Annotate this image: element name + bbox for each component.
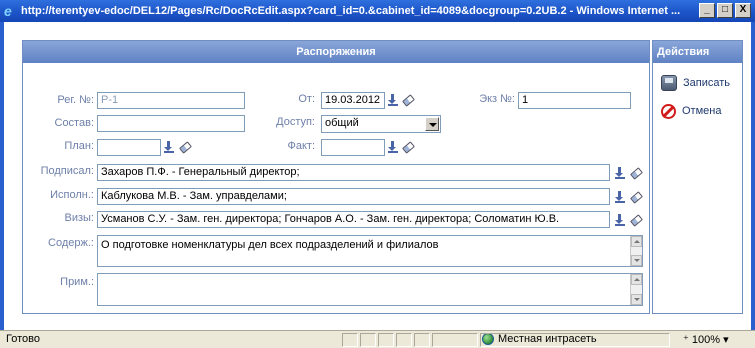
- fact-label: Факт:: [287, 140, 315, 152]
- access-select-value: общий: [325, 117, 359, 129]
- window-controls: _ □ X: [699, 3, 751, 18]
- date-input[interactable]: 19.03.2012: [321, 92, 385, 109]
- status-cell: [396, 333, 412, 347]
- window-title: http://terentyev-edoc/DEL12/Pages/Rc/Doc…: [21, 5, 681, 17]
- cancel-action[interactable]: Отмена: [653, 98, 742, 124]
- cancel-label: Отмена: [682, 105, 722, 117]
- note-textarea[interactable]: [97, 273, 643, 306]
- minimize-button[interactable]: _: [699, 3, 715, 18]
- zoom-level: 100%: [691, 334, 721, 346]
- zoom-control[interactable]: ⁺ 100% ▾: [683, 333, 729, 346]
- note-scrollbar[interactable]: [630, 274, 642, 305]
- date-picker-icon[interactable]: [388, 94, 399, 106]
- cancel-icon: [661, 103, 676, 119]
- signed-picker-icon[interactable]: [615, 167, 626, 179]
- sostav-label: Состав:: [54, 117, 95, 129]
- content-label: Содерж.:: [48, 237, 94, 249]
- close-button[interactable]: X: [735, 3, 751, 18]
- date-label: От:: [298, 93, 315, 105]
- plan-input[interactable]: [97, 139, 161, 156]
- actions-panel: Действия Записать Отмена: [652, 40, 743, 314]
- content-text: О подготовке номенклатуры дел всех подра…: [101, 239, 439, 251]
- access-select[interactable]: общий: [321, 115, 441, 133]
- chevron-down-icon[interactable]: [425, 117, 439, 131]
- access-label: Доступ:: [276, 116, 315, 128]
- save-action[interactable]: Записать: [653, 70, 742, 96]
- maximize-button[interactable]: □: [717, 3, 733, 18]
- note-label: Прим.:: [60, 276, 94, 288]
- plan-picker-icon[interactable]: [164, 141, 175, 153]
- executor-label: Исполн.:: [50, 189, 94, 201]
- visa-input[interactable]: Усманов С.У. - Зам. ген. директора; Гонч…: [97, 211, 610, 228]
- ie-icon: e: [4, 3, 12, 19]
- signed-label: Подписал:: [40, 165, 94, 177]
- content-scrollbar[interactable]: [630, 236, 642, 266]
- panel-title: Распоряжения: [23, 41, 649, 63]
- status-bar: Готово Местная интрасеть ⁺ 100% ▾: [0, 330, 755, 348]
- save-label: Записать: [683, 77, 731, 89]
- signed-input[interactable]: Захаров П.Ф. - Генеральный директор;: [97, 164, 610, 181]
- reg-number-label: Рег. №:: [57, 94, 94, 106]
- content-textarea[interactable]: О подготовке номенклатуры дел всех подра…: [97, 235, 643, 267]
- fact-input[interactable]: [321, 139, 385, 156]
- plan-label: План:: [64, 140, 94, 152]
- status-cell: [378, 333, 394, 347]
- zone-cell: [480, 333, 670, 347]
- save-icon: [661, 75, 677, 91]
- copy-number-input[interactable]: 1: [518, 92, 631, 109]
- copy-number-label: Экз №:: [479, 93, 515, 105]
- window-titlebar: e http://terentyev-edoc/DEL12/Pages/Rc/D…: [0, 0, 755, 22]
- fact-picker-icon[interactable]: [388, 141, 399, 153]
- visa-picker-icon[interactable]: [615, 214, 626, 226]
- reg-number-input[interactable]: Р-1: [97, 92, 245, 109]
- status-text: Готово: [6, 333, 40, 345]
- zoom-icon: ⁺: [683, 334, 689, 346]
- executor-picker-icon[interactable]: [615, 191, 626, 203]
- executor-input[interactable]: Каблукова М.В. - Зам. управделами;: [97, 188, 610, 205]
- chevron-down-icon[interactable]: ▾: [723, 334, 729, 346]
- status-cell: [432, 333, 478, 347]
- actions-title: Действия: [653, 41, 742, 63]
- status-cell: [342, 333, 358, 347]
- status-cell: [414, 333, 430, 347]
- visa-label: Визы:: [64, 212, 95, 224]
- status-cell: [360, 333, 376, 347]
- sostav-input[interactable]: [97, 115, 245, 132]
